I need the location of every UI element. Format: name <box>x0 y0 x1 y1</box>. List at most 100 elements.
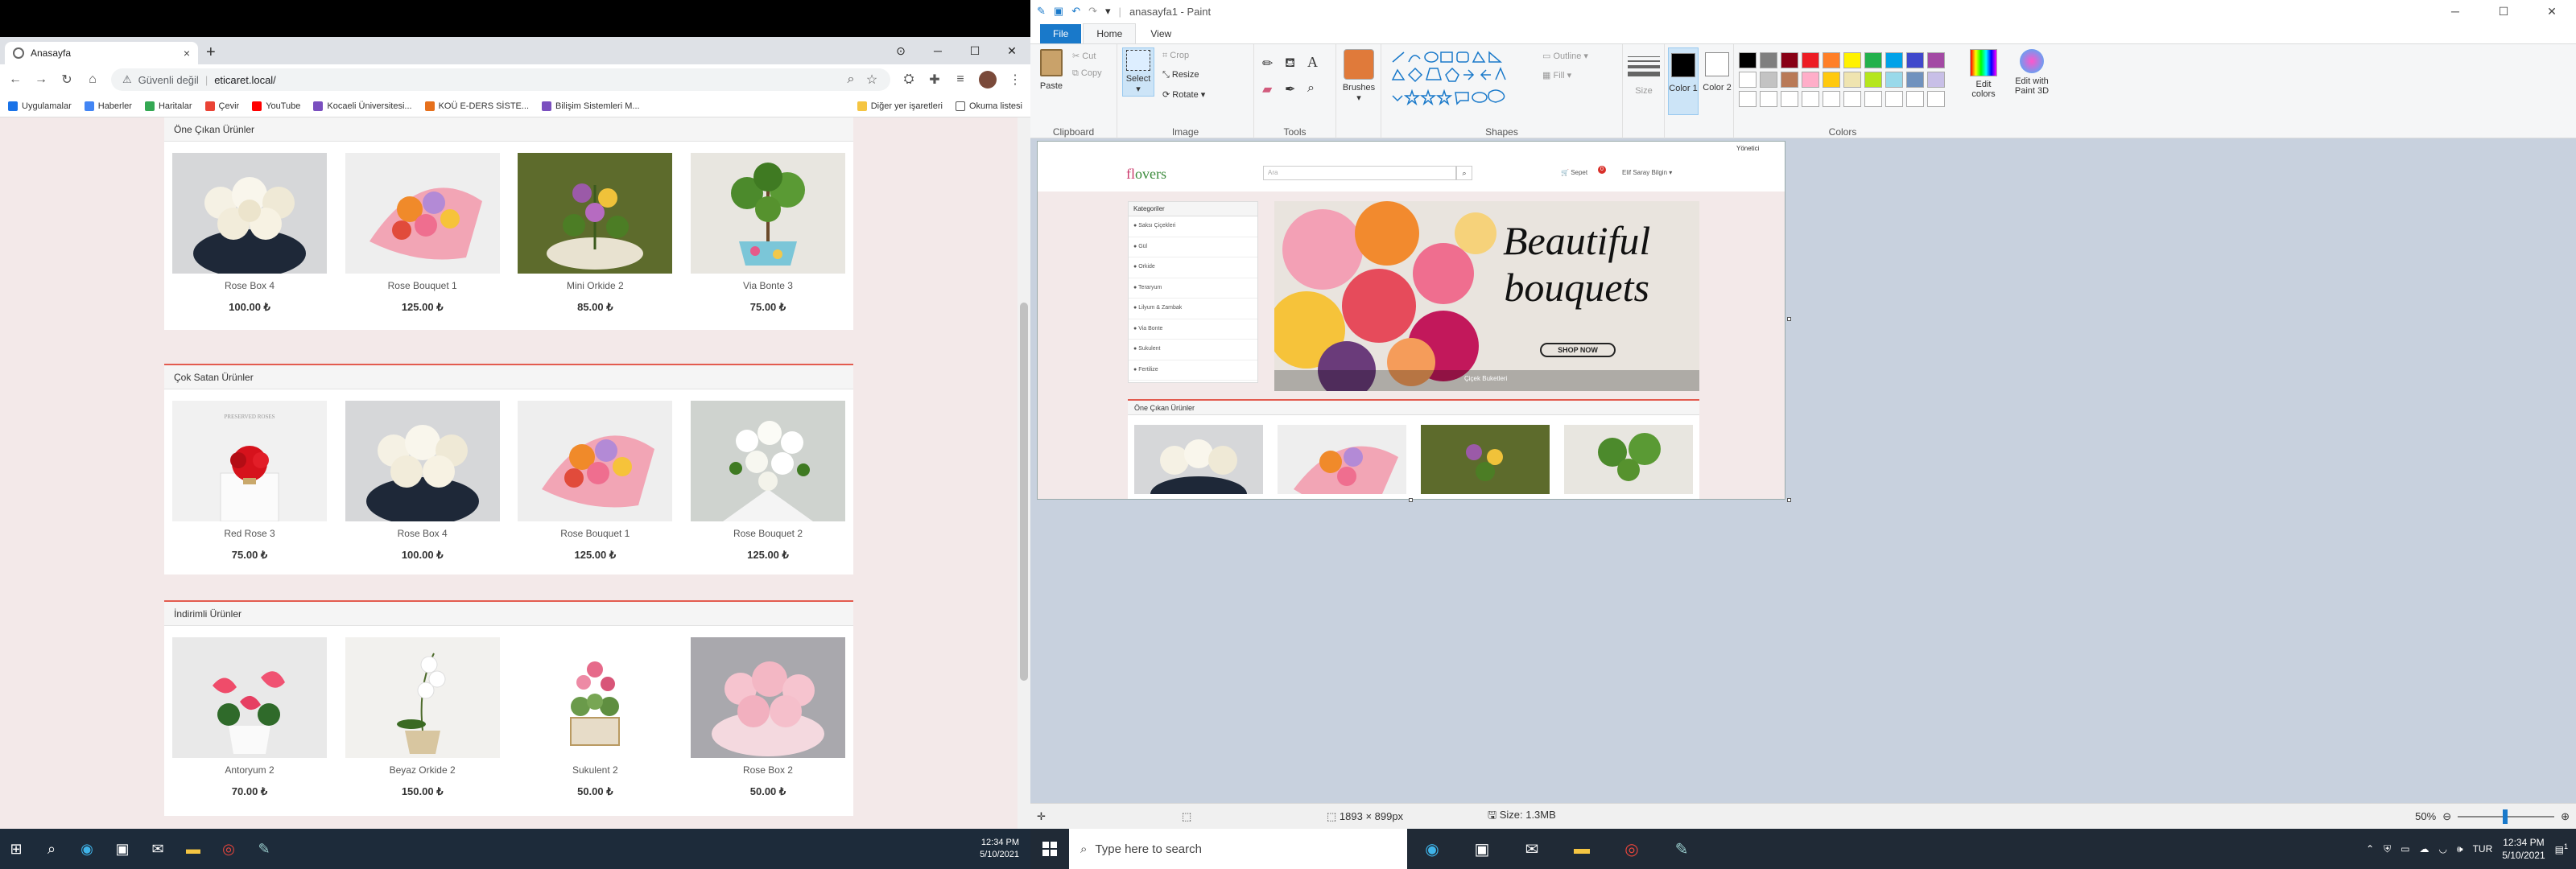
edge-icon[interactable]: ◉ <box>77 839 97 859</box>
tab-search-icon[interactable]: ⊙ <box>882 44 919 58</box>
volume-icon[interactable]: 🕪 <box>2457 843 2463 855</box>
reload-icon[interactable]: ↻ <box>60 72 74 88</box>
tab-close-icon[interactable]: × <box>184 47 190 60</box>
color-swatch[interactable] <box>1906 52 1924 68</box>
menu-icon[interactable]: ⋮ <box>1008 72 1022 88</box>
quick-access-dropdown-icon[interactable]: ▾ <box>1105 5 1111 18</box>
color-swatch[interactable] <box>1885 91 1903 107</box>
zoom-out-icon[interactable]: ⊖ <box>2442 810 2451 823</box>
paste-button[interactable]: Paste <box>1035 49 1067 91</box>
undo-icon[interactable]: ↶ <box>1071 5 1080 18</box>
color-swatch[interactable] <box>1802 72 1819 88</box>
color-swatch[interactable] <box>1760 72 1777 88</box>
maximize-button[interactable]: ☐ <box>956 44 993 58</box>
product-card[interactable]: Mini Orkide 2 85.00 ₺ <box>518 153 673 315</box>
back-icon[interactable]: ← <box>8 72 23 87</box>
color-swatch[interactable] <box>1781 91 1798 107</box>
product-card[interactable]: Rose Box 4 100.00 ₺ <box>345 401 500 563</box>
paint-icon[interactable]: ✎ <box>1657 829 1707 869</box>
product-image[interactable] <box>518 153 673 274</box>
eraser-icon[interactable]: ▰ <box>1262 81 1272 97</box>
clock[interactable]: 12:34 PM 5/10/2021 <box>980 837 1019 861</box>
close-button[interactable]: ✕ <box>2528 0 2576 23</box>
save-icon[interactable]: ▣ <box>1054 5 1063 18</box>
extension-icon[interactable]: ⛭ <box>902 72 916 87</box>
product-image[interactable] <box>345 401 500 521</box>
cloud-icon[interactable]: ☁ <box>2420 843 2429 855</box>
redo-icon[interactable]: ↷ <box>1088 5 1097 18</box>
product-image[interactable] <box>345 153 500 274</box>
canvas-resize-handle-corner[interactable] <box>1787 498 1791 502</box>
product-image[interactable] <box>690 401 845 521</box>
zoom-slider-thumb[interactable] <box>2503 809 2508 824</box>
color-swatch[interactable] <box>1823 52 1840 68</box>
color-swatch[interactable] <box>1927 52 1945 68</box>
taskbar-search-input[interactable]: ⌕ Type here to search <box>1069 829 1407 869</box>
product-image[interactable] <box>172 153 327 274</box>
other-bookmarks[interactable]: Diğer yer işaretleri <box>857 101 943 111</box>
search-icon[interactable]: ⌕ <box>42 839 61 859</box>
color-swatch[interactable] <box>1823 91 1840 107</box>
chrome-icon[interactable]: ◎ <box>219 839 238 859</box>
bookmark-item[interactable]: Bilişim Sistemleri M... <box>542 101 640 111</box>
product-card[interactable]: Sukulent 2 50.00 ₺ <box>518 637 673 800</box>
product-image[interactable] <box>345 637 500 758</box>
product-image[interactable] <box>172 637 327 758</box>
store-icon[interactable]: ▣ <box>1457 829 1507 869</box>
show-hidden-icons-icon[interactable]: ⌃ <box>2366 843 2374 855</box>
network-icon[interactable]: ◡ <box>2439 843 2447 855</box>
bookmark-item[interactable]: Kocaeli Üniversitesi... <box>313 101 412 111</box>
page-scrollbar[interactable] <box>1018 117 1030 829</box>
color1-button[interactable]: Color 1 <box>1668 47 1699 115</box>
notifications-icon[interactable]: ▤1 <box>2555 842 2568 855</box>
color-swatch[interactable] <box>1864 72 1882 88</box>
paint3d-button[interactable]: Edit with Paint 3D <box>2009 49 2054 96</box>
copy-button[interactable]: ⧉ Copy <box>1072 68 1102 79</box>
bookmark-item[interactable]: Haberler <box>84 101 132 111</box>
url-text[interactable]: eticaret.local/ <box>214 74 837 86</box>
color-swatch[interactable] <box>1906 72 1924 88</box>
magnifier-icon[interactable]: ⌕ <box>1307 81 1315 96</box>
language-indicator[interactable]: TUR <box>2473 843 2493 855</box>
color-swatch[interactable] <box>1739 52 1757 68</box>
puzzle-icon[interactable]: ✚ <box>927 72 942 88</box>
image-canvas[interactable]: Yönetici flovers Ara ⌕ 🛒 Sepet 0 Elif Sa… <box>1037 141 1785 500</box>
bookmark-item[interactable]: YouTube <box>252 101 300 111</box>
edit-colors-button[interactable]: Edit colors <box>1964 49 2003 99</box>
zoom-in-icon[interactable]: ⊕ <box>2561 810 2570 823</box>
canvas-resize-handle-right[interactable] <box>1787 317 1791 321</box>
product-card[interactable]: Beyaz Orkide 2 150.00 ₺ <box>345 637 500 800</box>
outline-button[interactable]: ▭ Outline ▾ <box>1542 51 1588 61</box>
minimize-button[interactable]: ─ <box>2431 0 2479 23</box>
product-image[interactable] <box>518 401 673 521</box>
battery-icon[interactable]: ▭ <box>2401 843 2409 855</box>
product-image[interactable]: PRESERVED ROSES <box>172 401 327 521</box>
color-swatch[interactable] <box>1864 52 1882 68</box>
security-icon[interactable]: ⛨ <box>2384 843 2391 855</box>
chrome-icon[interactable]: ◎ <box>1607 829 1657 869</box>
brushes-button[interactable]: Brushes ▾ <box>1340 49 1378 103</box>
scrollbar-thumb[interactable] <box>1020 303 1028 681</box>
color-swatch[interactable] <box>1760 52 1777 68</box>
tab-view[interactable]: View <box>1137 24 1184 43</box>
product-image[interactable] <box>690 637 845 758</box>
color-swatch[interactable] <box>1885 52 1903 68</box>
product-card[interactable]: Rose Bouquet 2 125.00 ₺ <box>690 401 845 563</box>
media-icon[interactable]: ≡ <box>953 72 968 87</box>
bookmark-item[interactable]: Uygulamalar <box>8 101 72 111</box>
address-bar[interactable]: ⚠ Güvenli değil | eticaret.local/ ⌕ ☆ <box>111 68 890 91</box>
select-button[interactable]: Select ▾ <box>1122 47 1154 97</box>
file-explorer-icon[interactable]: ▬ <box>1557 829 1607 869</box>
product-card[interactable]: Rose Bouquet 1 125.00 ₺ <box>345 153 500 315</box>
product-card[interactable]: Rose Box 4 100.00 ₺ <box>172 153 327 315</box>
tab-file[interactable]: File <box>1040 24 1082 43</box>
product-card[interactable]: Antoryum 2 70.00 ₺ <box>172 637 327 800</box>
color-swatch[interactable] <box>1843 72 1861 88</box>
tab-home[interactable]: Home <box>1083 23 1137 43</box>
product-card[interactable]: Rose Box 2 50.00 ₺ <box>690 637 845 800</box>
color-swatch[interactable] <box>1781 72 1798 88</box>
color-swatch[interactable] <box>1927 91 1945 107</box>
new-tab-button[interactable]: + <box>206 43 216 62</box>
color2-button[interactable]: Color 2 <box>1702 47 1732 115</box>
profile-avatar[interactable] <box>979 71 997 89</box>
